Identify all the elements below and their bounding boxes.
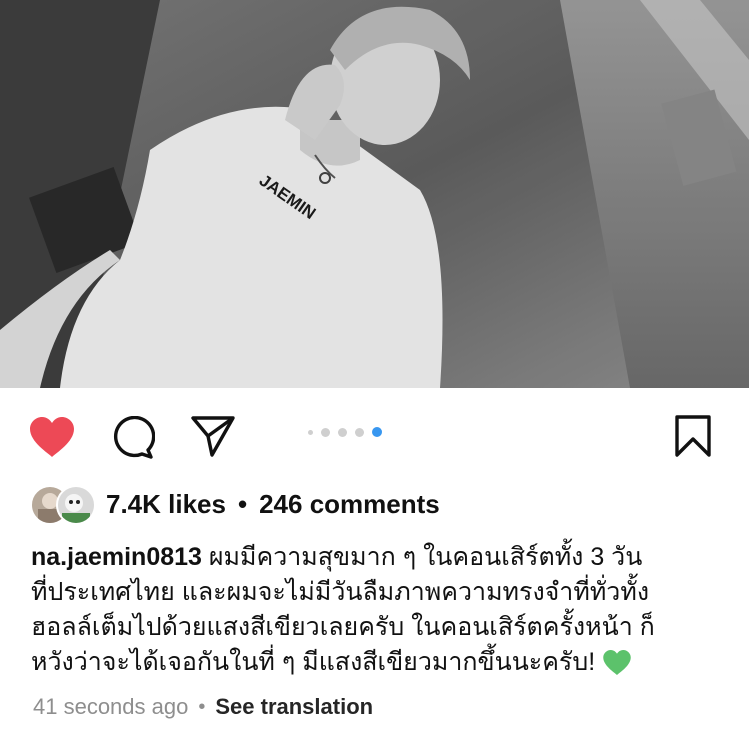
meta-separator: • bbox=[198, 695, 206, 718]
green-heart-icon bbox=[602, 649, 632, 686]
share-button[interactable] bbox=[190, 414, 236, 463]
avatar bbox=[56, 485, 96, 525]
bookmark-icon bbox=[675, 415, 711, 457]
carousel-dot bbox=[308, 429, 313, 435]
likes-separator: • bbox=[237, 488, 248, 519]
liker-avatars[interactable] bbox=[30, 485, 96, 525]
see-translation-link[interactable]: See translation bbox=[215, 694, 373, 720]
post-photo-image: JAEMIN bbox=[0, 0, 749, 388]
caption-line: ที่ประเทศไทย และผมจะไม่มีวันลืมภาพความทร… bbox=[31, 578, 650, 606]
caption-line: ผมมีความสุขมาก ๆ ในคอนเสิร์ตทั้ง 3 วัน bbox=[208, 543, 643, 571]
comments-count[interactable]: 246 comments bbox=[259, 489, 440, 520]
save-button[interactable] bbox=[674, 414, 712, 463]
paper-plane-icon bbox=[191, 416, 235, 457]
carousel-indicator bbox=[308, 425, 382, 439]
carousel-dot bbox=[338, 427, 347, 437]
carousel-dot-active bbox=[372, 427, 382, 437]
carousel-dot bbox=[321, 427, 330, 437]
post-meta: 41 seconds ago • See translation bbox=[33, 694, 373, 720]
comment-bubble-icon bbox=[113, 415, 156, 459]
caption-username[interactable]: na.jaemin0813 bbox=[31, 543, 202, 571]
caption-line: หวังว่าจะได้เจอกันในที่ ๆ มีแสงสีเขียวมา… bbox=[31, 648, 596, 676]
post-photo[interactable]: JAEMIN bbox=[0, 0, 749, 388]
caption-line: ฮอลล์เต็มไปด้วยแสงสีเขียวเลยครับ ในคอนเส… bbox=[31, 613, 655, 641]
likes-row: 7.4K likes • 246 comments bbox=[30, 484, 440, 525]
heart-filled-icon bbox=[30, 417, 74, 457]
like-button[interactable] bbox=[28, 416, 76, 463]
comment-button[interactable] bbox=[111, 415, 156, 465]
post-caption: na.jaemin0813 ผมมีความสุขมาก ๆ ในคอนเสิร… bbox=[31, 540, 731, 686]
likes-count[interactable]: 7.4K likes bbox=[106, 489, 226, 520]
carousel-dot bbox=[355, 427, 364, 437]
post-timestamp: 41 seconds ago bbox=[33, 694, 189, 719]
